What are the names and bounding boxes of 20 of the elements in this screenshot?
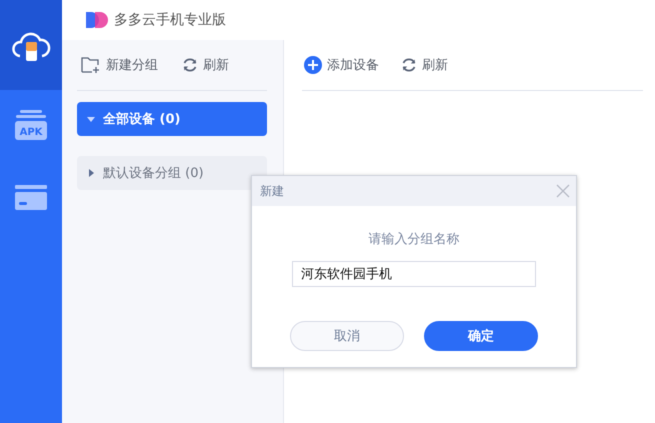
window-title: 多多云手机专业版	[114, 11, 226, 29]
group-item[interactable]: 全部设备 (0)	[77, 102, 267, 136]
refresh-button[interactable]: 刷新	[401, 56, 448, 74]
caret-down-icon	[87, 115, 95, 123]
new-group-button[interactable]: 新建分组	[81, 56, 158, 74]
caret-right-icon	[87, 169, 95, 177]
folder-add-icon	[81, 56, 101, 74]
plus-circle-icon	[304, 56, 322, 74]
nav-item[interactable]	[0, 0, 62, 90]
close-button[interactable]	[556, 184, 570, 198]
cancel-button[interactable]: 取消	[290, 321, 404, 351]
card-icon	[14, 185, 48, 211]
confirm-button[interactable]: 确定	[424, 321, 538, 351]
refresh-icon	[401, 57, 417, 73]
add-device-button[interactable]: 添加设备	[304, 56, 379, 74]
refresh-button[interactable]: 刷新	[182, 56, 229, 74]
group-name-field[interactable]: 河东软件园手机	[292, 261, 536, 287]
refresh-icon	[182, 57, 198, 73]
logo-icon	[84, 11, 108, 29]
dialog-prompt: 请输入分组名称	[368, 231, 460, 248]
